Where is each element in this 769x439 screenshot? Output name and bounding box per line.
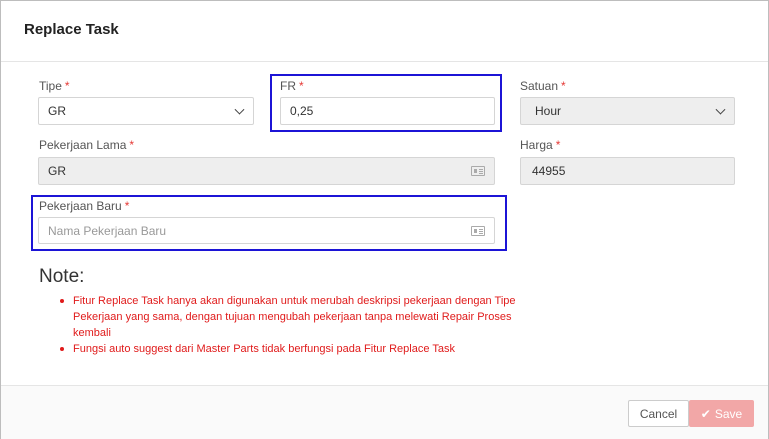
note-item: Fitur Replace Task hanya akan digunakan …: [57, 293, 517, 341]
replace-task-dialog: Replace Task Tipe * GR FR * 0,25 Satuan * H…: [0, 0, 769, 439]
tipe-value: GR: [48, 104, 66, 118]
fr-input[interactable]: 0,25: [280, 97, 495, 125]
harga-label: Harga *: [520, 138, 560, 152]
satuan-label-text: Satuan: [520, 79, 559, 93]
pekerjaan-lama-label-text: Pekerjaan Lama: [39, 138, 127, 152]
pekerjaan-lama-field: GR: [38, 157, 495, 185]
dialog-footer: Cancel ✔ Save: [1, 385, 768, 439]
note-list: Fitur Replace Task hanya akan digunakan …: [57, 293, 517, 357]
satuan-value: Hour: [535, 104, 562, 118]
harga-value: 44955: [532, 164, 566, 178]
required-marker: *: [555, 138, 561, 152]
required-marker: *: [64, 79, 70, 93]
required-marker: *: [561, 79, 566, 93]
dialog-header: Replace Task: [1, 1, 768, 62]
pekerjaan-lama-label: Pekerjaan Lama *: [39, 138, 134, 152]
cancel-button[interactable]: Cancel: [628, 400, 689, 427]
harga-field: 44955: [520, 157, 735, 185]
cancel-button-label: Cancel: [639, 406, 678, 421]
tipe-label-text: Tipe: [39, 79, 62, 93]
dialog-title: Replace Task: [24, 21, 119, 38]
tipe-label: Tipe *: [39, 79, 70, 93]
satuan-select[interactable]: Hour: [520, 97, 735, 125]
check-icon: ✔: [700, 406, 711, 421]
fr-label-text: FR: [280, 79, 296, 93]
note-item: Fungsi auto suggest dari Master Parts ti…: [57, 341, 517, 357]
pekerjaan-lama-value: GR: [48, 164, 66, 178]
pekerjaan-baru-label-text: Pekerjaan Baru: [39, 199, 122, 213]
fr-label: FR *: [280, 79, 304, 93]
id-card-icon: [471, 166, 485, 176]
save-button-label: Save: [714, 406, 743, 421]
pekerjaan-baru-placeholder: Nama Pekerjaan Baru: [48, 223, 167, 238]
id-card-icon: [471, 225, 485, 236]
pekerjaan-baru-input[interactable]: Nama Pekerjaan Baru: [38, 217, 495, 244]
fr-value: 0,25: [290, 104, 314, 118]
note-title: Note:: [39, 266, 85, 287]
satuan-label: Satuan *: [520, 79, 566, 93]
tipe-select[interactable]: GR: [38, 97, 254, 125]
required-marker: *: [129, 138, 135, 152]
save-button[interactable]: ✔ Save: [689, 400, 754, 427]
pekerjaan-baru-label: Pekerjaan Baru *: [39, 199, 129, 213]
required-marker: *: [299, 79, 304, 93]
required-marker: *: [124, 199, 130, 213]
harga-label-text: Harga: [520, 138, 553, 152]
